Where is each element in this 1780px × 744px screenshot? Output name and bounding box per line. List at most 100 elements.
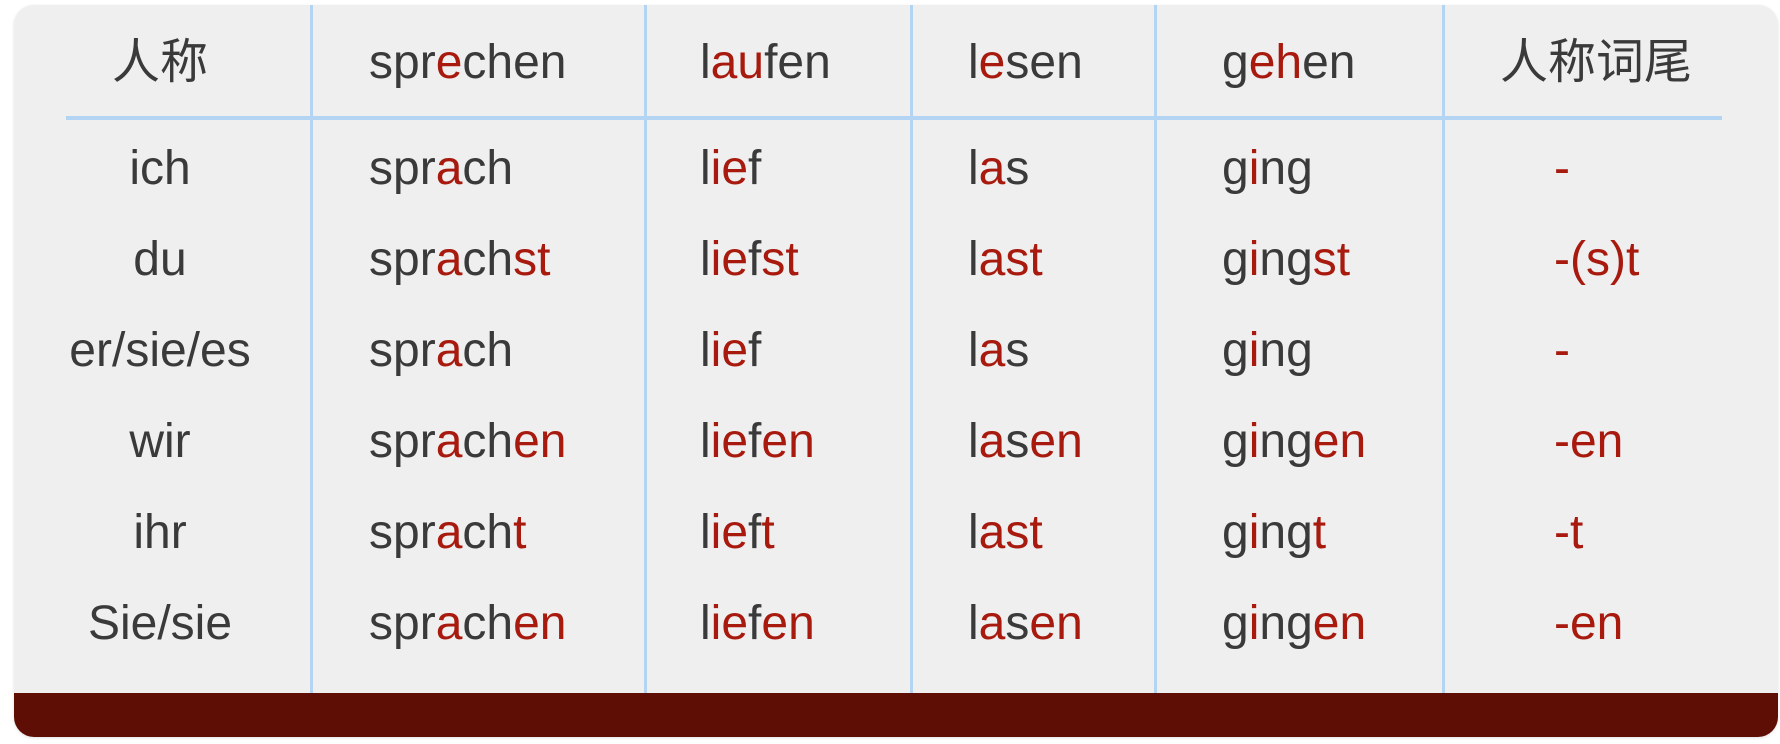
column-divider bbox=[1154, 5, 1157, 693]
word-segment: l bbox=[700, 324, 711, 377]
highlighted-segment: a bbox=[978, 324, 1006, 377]
highlighted-segment: a bbox=[978, 506, 1006, 559]
highlighted-segment: en bbox=[513, 597, 567, 650]
word-segment: g bbox=[1222, 415, 1249, 468]
highlighted-segment: ie bbox=[710, 506, 749, 559]
word-segment: en bbox=[1302, 36, 1356, 89]
highlighted-segment: ie bbox=[710, 415, 749, 468]
row-ending: - bbox=[1554, 142, 1570, 195]
verb-form: ging bbox=[1222, 145, 1313, 193]
highlighted-segment: ie bbox=[710, 142, 749, 195]
row-person: wir bbox=[129, 415, 191, 468]
word-segment: f bbox=[748, 142, 762, 195]
verb-form: liefst bbox=[700, 236, 799, 284]
column-divider bbox=[310, 5, 313, 693]
word-segment: g bbox=[1222, 142, 1249, 195]
highlighted-segment: en bbox=[1312, 597, 1367, 650]
highlighted-segment: st bbox=[761, 233, 799, 286]
row-person: ihr bbox=[133, 506, 187, 559]
word-segment: l bbox=[700, 597, 711, 650]
word-segment: spr bbox=[369, 142, 436, 195]
highlighted-segment: en bbox=[761, 415, 815, 468]
highlighted-segment: st bbox=[1005, 233, 1043, 286]
header-verb: laufen bbox=[700, 39, 831, 87]
word-segment: f bbox=[748, 506, 762, 559]
highlighted-segment: ie bbox=[710, 597, 749, 650]
word-segment: s bbox=[1005, 415, 1030, 468]
word-segment: f bbox=[748, 415, 762, 468]
word-segment: ng bbox=[1259, 415, 1313, 468]
header-person: 人称 bbox=[111, 36, 209, 89]
row-person: er/sie/es bbox=[69, 324, 251, 377]
highlighted-segment: st bbox=[1312, 233, 1351, 286]
column-divider bbox=[644, 5, 647, 693]
word-segment: l bbox=[700, 36, 711, 89]
header-verb: lesen bbox=[968, 39, 1083, 87]
highlighted-segment: t bbox=[513, 506, 527, 559]
highlighted-segment: st bbox=[513, 233, 551, 286]
column-divider bbox=[910, 5, 913, 693]
word-segment: g bbox=[1222, 36, 1249, 89]
word-segment: ch bbox=[462, 506, 514, 559]
row-ending: -t bbox=[1554, 506, 1584, 559]
word-segment: ch bbox=[462, 233, 514, 286]
verb-form: liefen bbox=[700, 418, 815, 466]
row-person: du bbox=[133, 233, 187, 286]
highlighted-segment: a bbox=[978, 597, 1006, 650]
header-divider bbox=[66, 116, 1722, 120]
word-segment: chen bbox=[462, 36, 567, 89]
highlighted-segment: au bbox=[710, 36, 765, 89]
highlighted-segment: en bbox=[1029, 597, 1083, 650]
verb-form: ging bbox=[1222, 327, 1313, 375]
highlighted-segment: ie bbox=[710, 233, 749, 286]
row-ending: -en bbox=[1554, 415, 1624, 468]
word-segment: spr bbox=[369, 36, 436, 89]
verb-form: sprach bbox=[369, 145, 513, 193]
highlighted-segment: a bbox=[978, 142, 1006, 195]
header-verb: gehen bbox=[1222, 39, 1355, 87]
footer-bar bbox=[14, 693, 1778, 737]
verb-form: gingen bbox=[1222, 600, 1366, 648]
word-segment: ch bbox=[462, 597, 514, 650]
highlighted-segment: i bbox=[1248, 233, 1260, 286]
header-ending: 人称词尾 bbox=[1499, 36, 1693, 89]
word-segment: l bbox=[968, 415, 979, 468]
word-segment: ch bbox=[462, 324, 514, 377]
word-segment: spr bbox=[369, 233, 436, 286]
word-segment: spr bbox=[369, 415, 436, 468]
word-segment: l bbox=[968, 597, 979, 650]
row-ending: -en bbox=[1554, 597, 1624, 650]
verb-form: spracht bbox=[369, 509, 526, 557]
highlighted-segment: a bbox=[978, 233, 1006, 286]
word-segment: l bbox=[700, 233, 711, 286]
highlighted-segment: i bbox=[1248, 597, 1260, 650]
verb-form: sprach bbox=[369, 327, 513, 375]
word-segment: g bbox=[1222, 324, 1249, 377]
word-segment: ch bbox=[462, 142, 514, 195]
verb-form: lieft bbox=[700, 509, 775, 557]
verb-form: lief bbox=[700, 327, 761, 375]
word-segment: ng bbox=[1259, 233, 1313, 286]
verb-form: gingt bbox=[1222, 509, 1326, 557]
highlighted-segment: i bbox=[1248, 415, 1260, 468]
word-segment: f bbox=[748, 233, 762, 286]
highlighted-segment: i bbox=[1248, 142, 1260, 195]
verb-form: lief bbox=[700, 145, 761, 193]
row-person: ich bbox=[129, 142, 191, 195]
row-ending: -(s)t bbox=[1554, 233, 1640, 286]
verb-form: sprachst bbox=[369, 236, 550, 284]
highlighted-segment: a bbox=[435, 597, 463, 650]
verb-form: gingen bbox=[1222, 418, 1366, 466]
word-segment: sen bbox=[1005, 36, 1083, 89]
word-segment: ng bbox=[1259, 597, 1313, 650]
highlighted-segment: a bbox=[435, 415, 463, 468]
highlighted-segment: e bbox=[978, 36, 1006, 89]
word-segment: l bbox=[968, 506, 979, 559]
verb-form: lasen bbox=[968, 600, 1083, 648]
word-segment: g bbox=[1222, 506, 1249, 559]
highlighted-segment: a bbox=[435, 142, 463, 195]
highlighted-segment: en bbox=[1312, 415, 1367, 468]
row-person: Sie/sie bbox=[87, 597, 233, 650]
highlighted-segment: t bbox=[761, 506, 775, 559]
verb-form: las bbox=[968, 327, 1029, 375]
